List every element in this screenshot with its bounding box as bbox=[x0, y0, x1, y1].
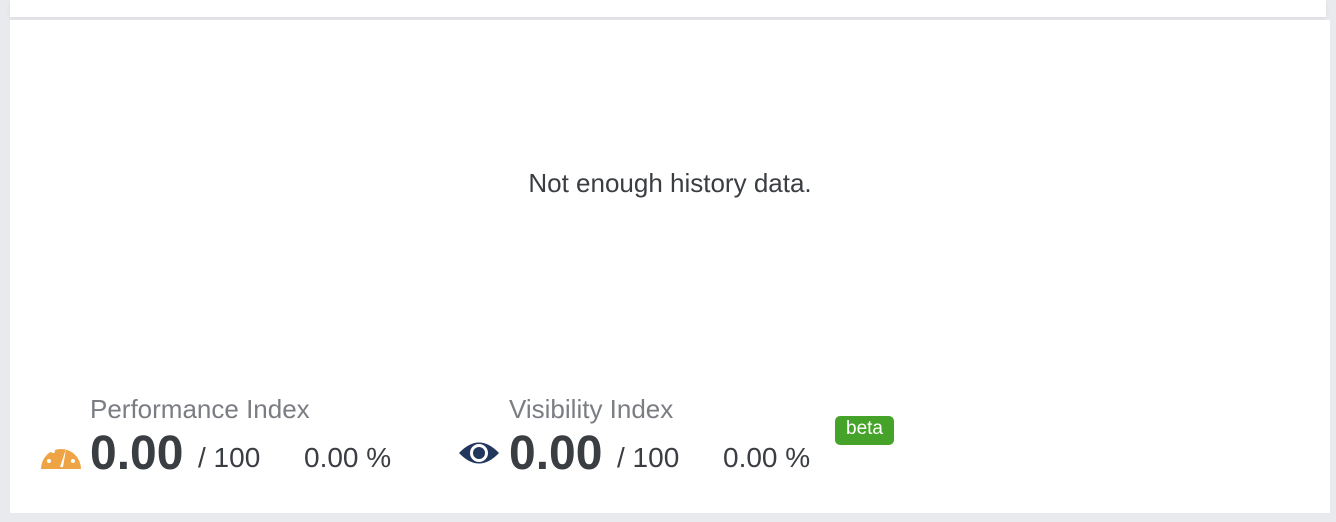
performance-index-percent: 0.00 % bbox=[304, 442, 392, 473]
visibility-index-percent: 0.00 % bbox=[723, 442, 811, 473]
eye-icon bbox=[458, 438, 500, 473]
performance-index-max: / 100 bbox=[198, 442, 261, 473]
visibility-index-max: / 100 bbox=[617, 442, 680, 473]
beta-badge: beta bbox=[835, 416, 894, 445]
top-card-edge bbox=[10, 0, 1326, 17]
visibility-index-value: 0.00 bbox=[509, 427, 603, 480]
visibility-index-label: Visibility Index bbox=[509, 394, 674, 424]
performance-index-label: Performance Index bbox=[90, 394, 310, 424]
speedometer-icon bbox=[40, 436, 82, 475]
visibility-index-metric: Visibility Index 0.00 / 100 0.00 % bbox=[430, 388, 850, 480]
performance-index-metric: Performance Index 0.00 / 100 0.00 % bbox=[10, 388, 430, 480]
history-panel: Not enough history data. Performance Ind… bbox=[10, 20, 1330, 513]
performance-index-value: 0.00 bbox=[90, 427, 184, 480]
empty-state-message: Not enough history data. bbox=[528, 168, 812, 198]
